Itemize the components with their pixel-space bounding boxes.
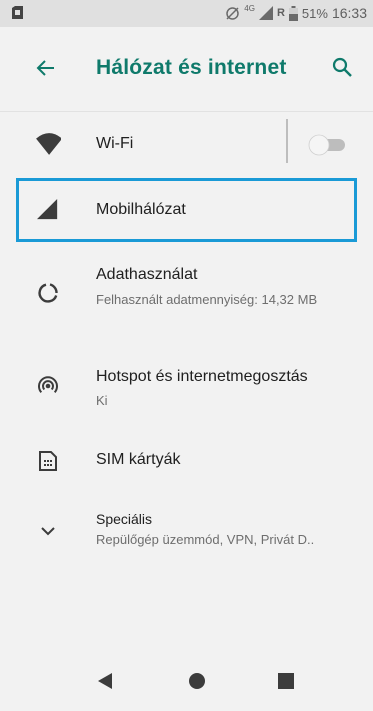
nav-recents-icon[interactable] (275, 670, 297, 692)
data-usage-icon (38, 283, 58, 303)
status-bar: 4G R 51% 16:33 (0, 0, 373, 27)
battery-icon (288, 5, 298, 21)
clock: 16:33 (331, 5, 367, 21)
wifi-toggle[interactable] (308, 134, 348, 156)
selection-highlight (16, 178, 357, 242)
app-bar: Hálózat és internet (0, 27, 373, 112)
advanced-subtitle: Repülőgép üzemmód, VPN, Privát D.. (96, 532, 315, 547)
wifi-title: Wi-Fi (96, 135, 134, 152)
nav-back-icon[interactable] (95, 670, 117, 692)
page-title: Hálózat és internet (96, 56, 287, 79)
arrow-left-icon[interactable] (36, 58, 56, 78)
navigation-bar (0, 660, 373, 711)
chevron-down-icon (41, 527, 55, 536)
do-not-disturb-icon (226, 6, 240, 20)
wifi-divider (286, 119, 288, 163)
data-usage-subtitle: Felhasznált adatmennyiség: 14,32 MB (96, 292, 318, 307)
list-item-hotspot[interactable]: Hotspot és internetmegosztás Ki (0, 356, 373, 414)
network-type-label: 4G (244, 3, 255, 13)
notification-icon (12, 6, 23, 19)
advanced-title: Speciális (96, 511, 153, 527)
sim-card-icon (39, 451, 57, 471)
battery-percent: 51% (301, 5, 328, 21)
data-usage-title: Adathasználat (96, 266, 198, 283)
hotspot-title: Hotspot és internetmegosztás (96, 368, 308, 385)
list-item-advanced[interactable]: Speciális Repülőgép üzemmód, VPN, Privát… (0, 505, 373, 565)
hotspot-subtitle: Ki (96, 393, 108, 408)
status-icons: 4G R 51% 16:33 (225, 3, 367, 21)
hotspot-icon (38, 376, 58, 393)
wifi-icon (36, 133, 61, 155)
roaming-label: R (276, 7, 285, 19)
search-icon[interactable] (331, 56, 353, 78)
list-item-sim-cards[interactable]: SIM kártyák (0, 436, 373, 486)
sim-cards-title: SIM kártyák (96, 451, 181, 468)
list-item-data-usage[interactable]: Adathasználat Felhasznált adatmennyiség:… (0, 256, 373, 330)
signal-icon (258, 6, 273, 20)
nav-home-icon[interactable] (186, 670, 208, 692)
